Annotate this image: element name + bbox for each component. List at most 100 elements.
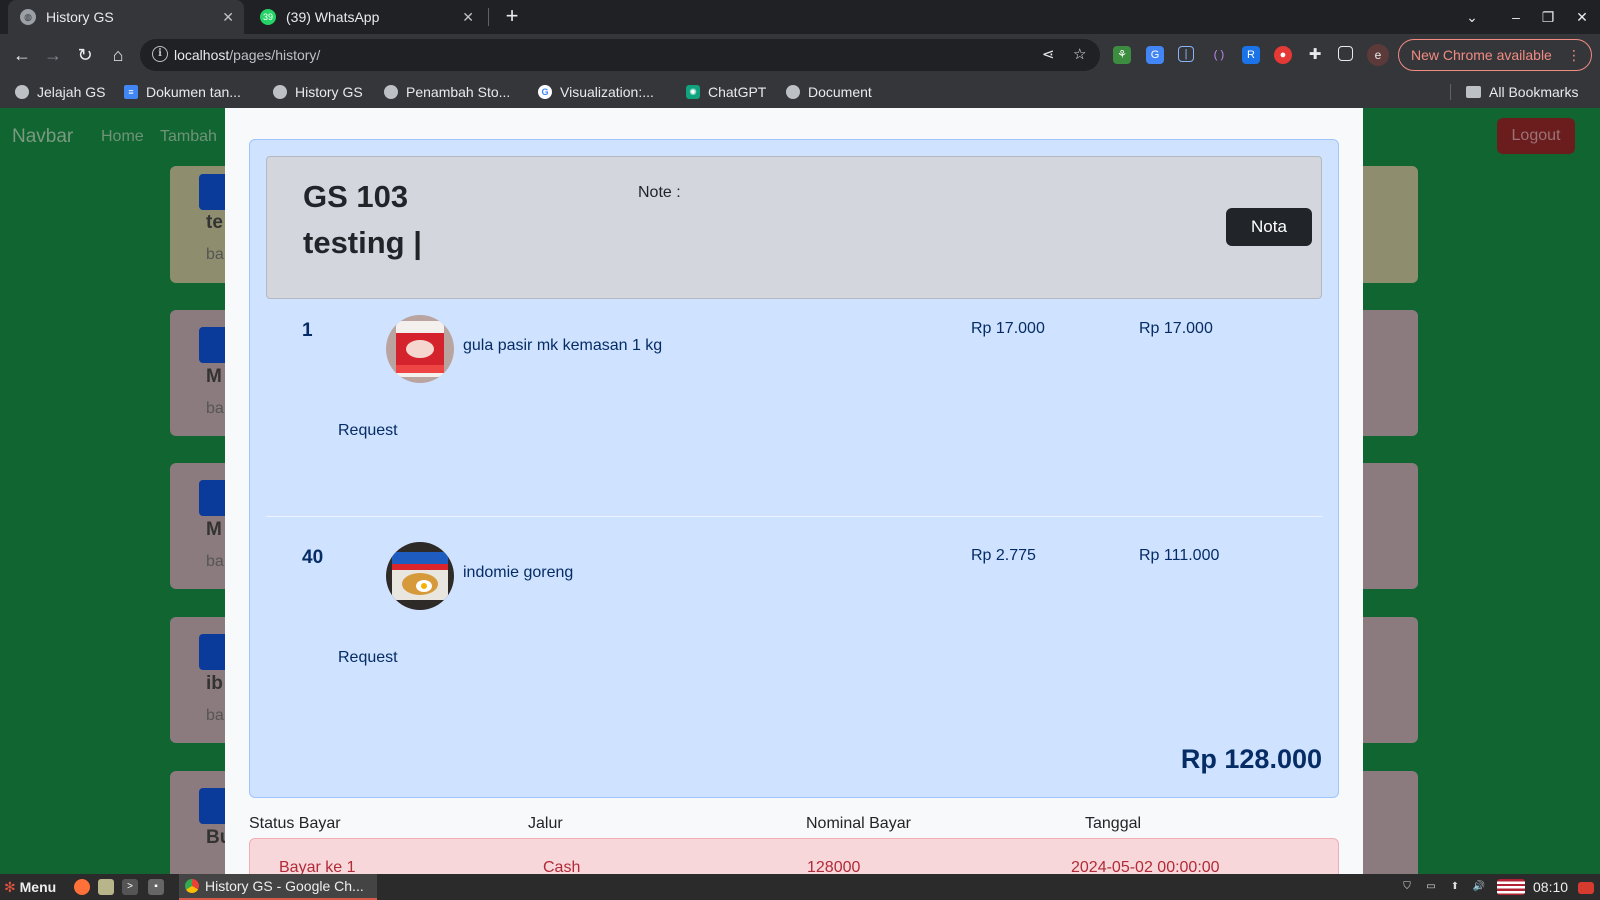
order-item-row: 1 gula pasir mk kemasan 1 kg Rp 17.000 R… [250,299,1340,524]
tab-search-icon[interactable]: ⌄ [1456,0,1488,34]
bookmark-penambah-stok[interactable]: Penambah Sto... [384,76,510,108]
address-bar[interactable]: i localhost/pages/history/ ⋖ ☆ [140,39,1100,71]
side-panel-icon[interactable] [1338,46,1353,61]
bookmark-visualization[interactable]: G Visualization:... [538,76,654,108]
request-label: Request [338,422,398,439]
payment-date: 2024-05-02 00:00:00 [1071,859,1220,874]
payment-header-status: Status Bayar [249,815,341,832]
card-subtitle: ba [206,246,224,263]
extension-pokeball-icon[interactable]: ● [1274,46,1292,64]
minimize-button[interactable]: – [1500,0,1532,34]
taskbar-chrome-window[interactable]: History GS - Google Ch... [179,874,377,900]
shield-icon[interactable]: ⛉ [1399,879,1415,895]
site-info-icon[interactable]: i [152,46,168,62]
forward-button[interactable]: → [38,40,68,70]
bookmark-chatgpt[interactable]: ✺ ChatGPT [686,76,766,108]
item-quantity: 1 [302,320,313,341]
payment-method: Cash [543,859,581,874]
keyboard-layout-flag-icon[interactable] [1497,879,1525,895]
reader-icon[interactable]: | [1178,46,1194,62]
card-badge [199,327,227,363]
payment-header-jalur: Jalur [528,815,563,832]
card-subtitle: ba [206,400,224,417]
product-name: indomie goreng [463,564,574,581]
volume-icon[interactable]: 🔊 [1471,879,1487,895]
update-label: New Chrome available [1411,47,1552,63]
card-title: M [206,366,222,387]
os-taskbar: ✻ Menu > ▪ History GS - Google Ch... ⛉ ▭… [0,874,1600,900]
card-badge [199,480,227,516]
terminal-icon[interactable]: > [122,879,138,895]
payment-header-nominal: Nominal Bayar [806,815,911,832]
card-title: ib [206,673,223,694]
extension-shield-icon[interactable]: R [1242,46,1260,64]
bookmark-dokumen[interactable]: ≡ Dokumen tan... [124,76,241,108]
extension-bracket-icon[interactable]: ( ) [1210,46,1228,64]
profile-avatar[interactable]: e [1367,44,1389,66]
customer-name: testing | [303,225,422,260]
order-code: GS 103 [303,179,409,214]
bookmark-document[interactable]: Document [786,76,872,108]
extension-leaf-icon[interactable]: ⚘ [1113,46,1131,64]
payment-amount: 128000 [807,859,861,874]
row-divider [266,516,1322,517]
files-icon[interactable] [98,879,114,895]
maximize-button[interactable]: ❐ [1532,0,1564,34]
nav-link-home[interactable]: Home [101,128,144,146]
close-tab-icon[interactable]: ✕ [222,9,234,26]
card-title: te [206,212,223,233]
notification-icon[interactable]: ▭ [1423,879,1439,895]
tab-history-gs[interactable]: ◍ History GS ✕ [8,0,244,34]
card-subtitle: ba [206,707,224,724]
navbar-brand[interactable]: Navbar [12,126,73,148]
payment-status: Bayar ke 1 [279,859,356,874]
bookmark-label: Jelajah GS [37,84,106,100]
chatgpt-icon: ✺ [686,85,700,99]
show-desktop-icon[interactable] [1578,882,1594,894]
product-name: gula pasir mk kemasan 1 kg [463,337,663,354]
more-menu-icon[interactable]: ⋮ [1567,40,1581,70]
card-subtitle: ba [206,553,224,570]
back-button[interactable]: ← [7,40,37,70]
close-window-button[interactable]: ✕ [1566,0,1598,34]
chrome-icon [185,879,199,893]
translate-icon[interactable]: G [1146,46,1164,64]
card-badge [199,174,227,210]
order-detail-modal: GS 103 testing | Note : Nota 1 gula pasi… [225,108,1363,874]
card-title: M [206,519,222,540]
unit-price: Rp 17.000 [971,320,1045,337]
update-icon[interactable]: ⬆ [1447,879,1463,895]
taskbar-window-title: History GS - Google Ch... [205,878,364,894]
bookmark-label: ChatGPT [708,84,767,100]
bookmark-history-gs[interactable]: History GS [273,76,363,108]
tab-separator [488,8,489,26]
media-icon[interactable]: ▪ [148,879,164,895]
product-image-indomie [386,542,454,610]
start-menu-button[interactable]: ✻ Menu [4,874,56,900]
payment-row: Bayar ke 1 Cash 128000 2024-05-02 00:00:… [249,838,1339,874]
request-label: Request [338,649,398,666]
extensions-puzzle-icon[interactable]: ✚ [1306,46,1324,64]
tab-whatsapp[interactable]: 39 (39) WhatsApp ✕ [248,0,484,34]
unit-price: Rp 2.775 [971,547,1036,564]
home-button[interactable]: ⌂ [103,40,133,70]
card-badge [199,634,227,670]
reload-button[interactable]: ↻ [70,40,100,70]
bookmark-jelajah-gs[interactable]: Jelajah GS [15,76,105,108]
order-header: GS 103 testing | Note : Nota [266,156,1322,299]
nota-button[interactable]: Nota [1226,208,1312,246]
share-icon[interactable]: ⋖ [1042,39,1055,71]
close-tab-icon[interactable]: ✕ [462,9,474,26]
google-icon: G [538,85,552,99]
browser-tab-strip: ◍ History GS ✕ 39 (39) WhatsApp ✕ + ⌄ – … [0,0,1600,34]
bookmark-star-icon[interactable]: ☆ [1073,39,1086,71]
new-chrome-available-button[interactable]: New Chrome available ⋮ [1398,39,1592,71]
all-bookmarks-button[interactable]: All Bookmarks [1466,76,1578,108]
all-bookmarks-label: All Bookmarks [1489,84,1579,100]
bookmark-label: Penambah Sto... [406,84,511,100]
new-tab-button[interactable]: + [498,3,526,31]
logout-button[interactable]: Logout [1497,118,1575,154]
note-label: Note : [638,184,681,201]
nav-link-tambah[interactable]: Tambah [160,128,217,146]
firefox-icon[interactable] [74,879,90,895]
